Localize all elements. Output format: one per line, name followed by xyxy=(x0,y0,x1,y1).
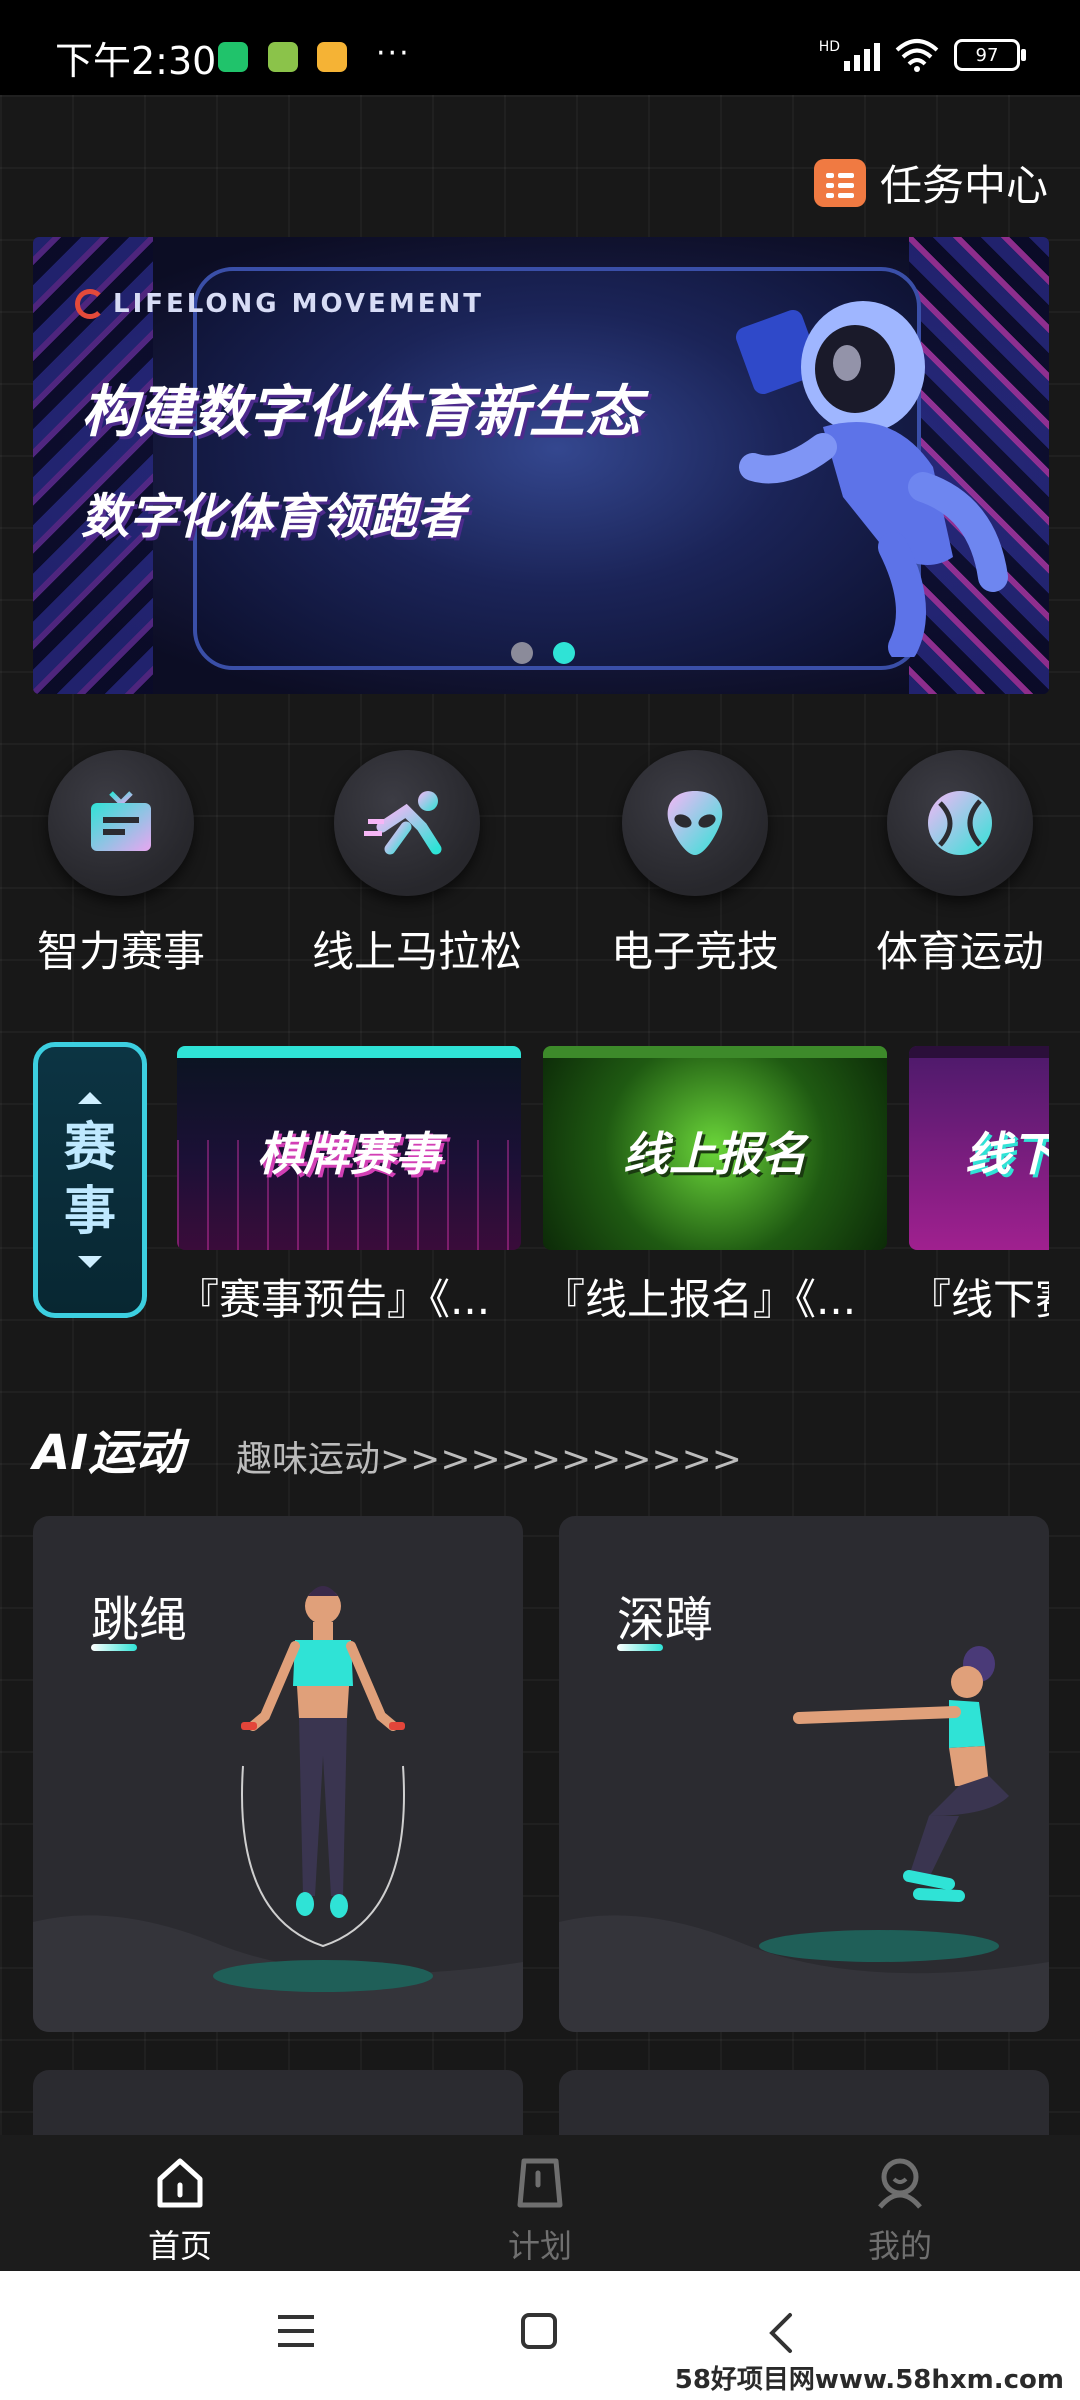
profile-icon xyxy=(878,2158,922,2209)
signal-icon: HD xyxy=(819,39,880,71)
banner-subtitle: 数字化体育领跑者 xyxy=(81,489,466,545)
category-puzzle-events[interactable]: 智力赛事 xyxy=(26,750,216,979)
events-tag-char-1: 赛 xyxy=(63,1118,116,1178)
astronaut-illustration xyxy=(735,301,1008,657)
home-icon xyxy=(157,2158,203,2208)
banner-title: 构建数字化体育新生态 xyxy=(81,380,641,445)
sport-name: 跳绳 xyxy=(91,1592,188,1648)
note-app-icon xyxy=(317,42,347,72)
ball-icon xyxy=(887,750,1033,896)
banner-logo: LIFELONG MOVEMENT xyxy=(75,289,484,319)
battery-icon: 97 xyxy=(954,39,1026,71)
nav-label: 首页 xyxy=(147,2227,212,2265)
category-label: 线上马拉松 xyxy=(312,927,523,976)
banner-dot-2-active[interactable] xyxy=(553,642,575,664)
battery-level: 97 xyxy=(975,44,999,66)
category-online-marathon[interactable]: 线上马拉松 xyxy=(312,750,523,979)
watermark: 58好项目网www.58hxm.com xyxy=(674,2365,1064,2395)
event-card[interactable]: 棋牌赛事 『赛事预告』《... xyxy=(177,1046,521,1327)
category-label: 电子竞技 xyxy=(610,927,779,976)
sport-card-squat[interactable]: 深蹲 xyxy=(559,1516,1049,2032)
down-arrow-icon xyxy=(78,1256,102,1268)
task-center-label: 任务中心 xyxy=(879,161,1048,210)
event-title: 『赛事预告』《... xyxy=(177,1275,491,1324)
banner-dot-1[interactable] xyxy=(511,642,533,664)
calendar-task-icon xyxy=(813,158,866,207)
up-arrow-icon xyxy=(78,1092,102,1104)
more-notifications-icon: ··· xyxy=(376,36,411,71)
banner-brand: LIFELONG MOVEMENT xyxy=(113,289,484,319)
sport-name: 深蹲 xyxy=(617,1592,714,1648)
nav-label: 我的 xyxy=(867,2227,932,2265)
ai-section-title: AI运动 xyxy=(33,1425,185,1481)
event-thumbnail: 线上报名 xyxy=(543,1046,887,1250)
status-time: 下午2:30 xyxy=(55,39,217,83)
events-tag-char-2: 事 xyxy=(63,1182,116,1242)
sport-card-jump-rope[interactable]: 跳绳 xyxy=(33,1516,523,2032)
nav-mine[interactable]: 我的 xyxy=(810,2155,990,2267)
sport-name-underline xyxy=(617,1644,663,1651)
category-sports[interactable]: 体育运动 xyxy=(865,750,1055,979)
promo-banner[interactable]: LIFELONG MOVEMENT 构建数字化体育新生态 数字化体育领跑者 xyxy=(33,237,1049,694)
shield-app-icon xyxy=(218,42,248,72)
task-center-button[interactable]: 任务中心 xyxy=(813,152,1048,213)
bottom-navigation: 首页 计划 我的 xyxy=(0,2135,1080,2271)
jump-rope-figure-illustration xyxy=(213,1586,433,1992)
category-label: 体育运动 xyxy=(875,927,1044,976)
puzzle-card-icon xyxy=(48,750,194,896)
menu-icon[interactable] xyxy=(274,2311,318,2351)
nav-plan[interactable]: 计划 xyxy=(450,2155,630,2267)
status-indicators: HD 97 xyxy=(819,38,1026,72)
alien-icon xyxy=(622,750,768,896)
runner-icon xyxy=(334,750,480,896)
event-title: 『线上报名』《... xyxy=(543,1275,857,1324)
network-type: HD xyxy=(818,39,840,55)
status-bar: 下午2:30 ··· HD 97 xyxy=(0,0,1080,95)
banner-pagination xyxy=(511,642,575,664)
category-label: 智力赛事 xyxy=(36,927,205,976)
event-thumb-text: 棋牌赛事 xyxy=(257,1127,441,1181)
nav-home[interactable]: 首页 xyxy=(90,2155,270,2267)
home-square-icon[interactable] xyxy=(519,2311,559,2351)
event-title: 『线下赛 xyxy=(909,1275,1049,1324)
event-card[interactable]: 线上报名 『线上报名』《... xyxy=(543,1046,887,1327)
system-navigation-bar: 58好项目网www.58hxm.com xyxy=(0,2271,1080,2400)
download-app-icon xyxy=(268,42,298,72)
event-thumb-text: 线上报名 xyxy=(623,1127,807,1181)
events-carousel[interactable]: 棋牌赛事 『赛事预告』《... 线上报名 『线上报名』《... 线下 『线下赛 xyxy=(177,1046,1049,1346)
plan-icon xyxy=(517,2158,563,2208)
event-thumbnail: 棋牌赛事 xyxy=(177,1046,521,1250)
lifelong-logo-icon xyxy=(75,289,105,319)
squat-figure-illustration xyxy=(759,1646,1009,1962)
event-card[interactable]: 线下 『线下赛 xyxy=(909,1046,1049,1327)
event-thumbnail: 线下 xyxy=(909,1046,1049,1250)
wifi-icon xyxy=(895,39,939,72)
back-icon[interactable] xyxy=(766,2311,796,2355)
sport-name-underline xyxy=(91,1644,137,1651)
events-tag[interactable]: 赛 事 xyxy=(33,1042,147,1318)
category-esports[interactable]: 电子竞技 xyxy=(600,750,790,979)
event-thumb-text: 线下 xyxy=(965,1127,1049,1181)
ai-section-subtitle[interactable]: 趣味运动>>>>>>>>>>>> xyxy=(236,1430,742,1482)
nav-label: 计划 xyxy=(507,2227,572,2265)
